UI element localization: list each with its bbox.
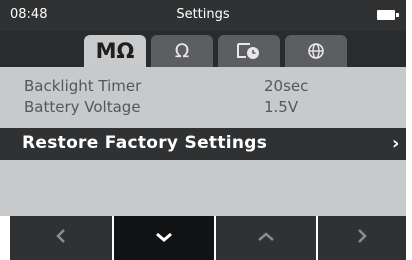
setting-value: 1.5V [264,98,299,116]
tab-insulation[interactable]: MΩ [84,35,146,67]
battery-icon [377,10,399,20]
tab-strip: MΩ Ω [0,31,406,67]
chevron-right-icon: › [392,133,400,154]
chevron-left-icon [54,227,68,249]
bottom-nav-bar [0,216,406,260]
nav-right-button[interactable] [318,216,406,260]
setting-label: Backlight Timer [24,77,142,95]
chevron-down-icon [154,229,174,248]
screen-edge [406,0,412,260]
tab-resistance-label: Ω [174,40,190,62]
timer-icon [236,41,262,61]
device-screen: 08:48 Settings MΩ Ω Backlight Timer 20se… [0,0,412,260]
nav-down-button[interactable] [114,216,214,260]
setting-value: 20sec [264,77,309,95]
tab-resistance[interactable]: Ω [151,35,213,67]
setting-battery-voltage[interactable]: Battery Voltage 1.5V [0,98,406,118]
tab-insulation-label: MΩ [95,39,135,63]
setting-label: Battery Voltage [24,98,141,116]
chevron-right-icon [355,227,369,249]
screen-title: Settings [176,7,230,22]
restore-factory-settings-item[interactable]: Restore Factory Settings › [0,128,406,160]
globe-icon [307,42,325,60]
setting-backlight-timer[interactable]: Backlight Timer 20sec [0,77,406,97]
restore-factory-settings-label: Restore Factory Settings [22,133,268,153]
nav-up-button[interactable] [216,216,316,260]
chevron-up-icon [256,229,276,248]
tab-timer[interactable] [218,35,280,67]
tab-language[interactable] [285,35,347,67]
nav-left-button[interactable] [10,216,112,260]
status-bar: 08:48 Settings [0,0,406,31]
